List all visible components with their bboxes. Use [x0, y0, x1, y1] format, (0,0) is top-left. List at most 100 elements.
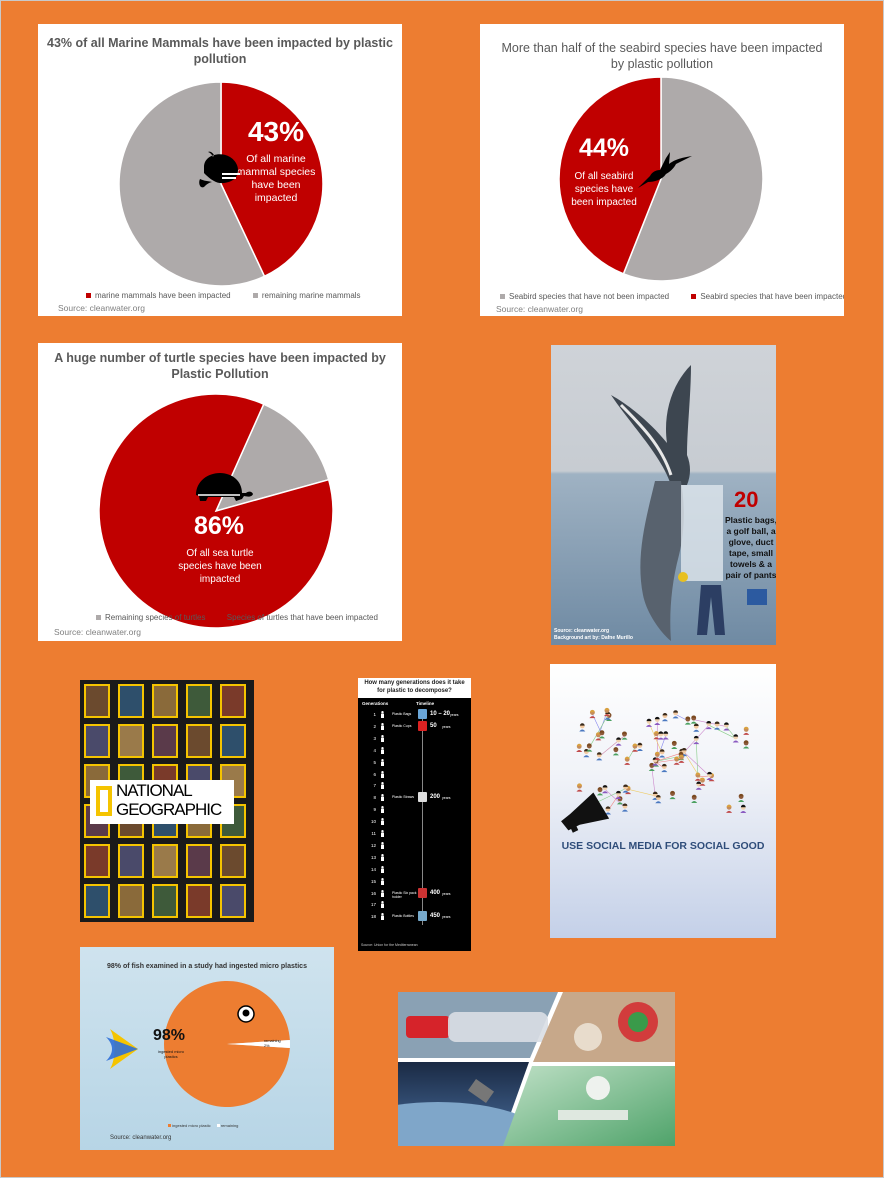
- person-icon: [380, 782, 385, 790]
- magazine-cover: [186, 724, 212, 758]
- chart-source: Source: cleanwater.org: [496, 304, 583, 314]
- person-icon: [380, 806, 385, 814]
- pie-sub-label: Of all seabird species have been impacte…: [571, 171, 637, 208]
- network-link: [708, 724, 736, 739]
- timeline-item-unit: years: [450, 713, 459, 717]
- pie-big-label: 43%: [247, 116, 305, 147]
- person-icon: [380, 758, 385, 766]
- timeline-item-years: 200: [430, 794, 441, 801]
- person-avatar-icon: [672, 710, 679, 719]
- legend-impacted: Seabird species that have been impacted: [700, 292, 844, 301]
- magazine-cover: [152, 844, 178, 878]
- generation-number: 10: [370, 819, 376, 825]
- generation-number: 12: [370, 842, 376, 848]
- person-avatar-icon: [621, 731, 628, 740]
- person-avatar-icon: [661, 763, 668, 773]
- person-avatar-icon: [740, 804, 747, 813]
- generation-number: 18: [370, 914, 376, 920]
- chart-legend: Seabird species that have not been impac…: [500, 292, 844, 301]
- person-icon: [380, 794, 385, 802]
- person-icon: [380, 889, 385, 897]
- timeline-item-unit: years: [442, 915, 451, 920]
- generation-number: 16: [370, 890, 376, 896]
- marine-mammals-chart-card: 43% of all Marine Mammals have been impa…: [38, 24, 402, 316]
- legend-remaining: Remaining species of turtles: [105, 613, 206, 622]
- plastic-products-collage: [398, 992, 675, 1146]
- chart-source: Source: cleanwater.org: [58, 303, 145, 313]
- person-avatar-icon: [726, 804, 733, 813]
- infographic-title-bar: How many generations does it take for pl…: [358, 678, 471, 698]
- product-photo-collage: [398, 992, 675, 1146]
- poster-credit-art: Background art by: Dafne Murillo: [554, 635, 633, 641]
- person-icon: [380, 853, 385, 861]
- timeline-item-label: Plastic Bottles: [392, 914, 414, 919]
- timeline-item-years: 50: [430, 722, 437, 729]
- timeline-item-unit: years: [442, 891, 451, 896]
- whale-plastic-poster: 20 Plastic bags, a golf ball, a glove, d…: [551, 345, 776, 645]
- legend-remaining: Seabird species that have not been impac…: [509, 292, 670, 301]
- slice-note: remaining 2%: [264, 1039, 281, 1048]
- generation-number: 2: [373, 723, 376, 729]
- generation-number: 4: [373, 747, 376, 753]
- person-icon: [380, 711, 385, 718]
- legend-ingested: ingested micro plastic: [172, 1123, 211, 1128]
- timeline-item-unit: years: [442, 796, 451, 801]
- legend-remaining: remaining marine mammals: [261, 291, 361, 300]
- turtle-chart-card: A huge number of turtle species have bee…: [38, 343, 402, 641]
- social-media-poster: USE SOCIAL MEDIA FOR SOCIAL GOOD: [550, 664, 776, 938]
- person-avatar-icon: [657, 731, 664, 740]
- generation-number: 7: [373, 783, 376, 789]
- person-avatar-icon: [671, 740, 678, 750]
- timeline-item-label: Plastic Bags: [392, 712, 412, 716]
- person-icon: [380, 830, 385, 837]
- person-avatar-icon: [684, 716, 691, 725]
- generation-number: 9: [373, 807, 376, 813]
- timeline-item-years: 450: [430, 913, 441, 920]
- magazine-cover: [186, 844, 212, 878]
- person-avatar-icon: [743, 726, 750, 735]
- magazine-cover: [84, 884, 110, 918]
- pie-sub-label: ingested micro plastics: [157, 1049, 184, 1059]
- person-avatar-icon: [645, 718, 652, 727]
- whale-icon: [196, 149, 248, 191]
- magazine-cover: [186, 684, 212, 718]
- generation-number: 17: [370, 902, 376, 908]
- chart-source: Source: cleanwater.org: [110, 1135, 172, 1141]
- person-avatar-icon: [631, 743, 638, 752]
- magazine-cover: [220, 884, 246, 918]
- person-avatar-icon: [589, 709, 596, 719]
- legend-impacted: marine mammals have been impacted: [95, 291, 231, 300]
- magazine-cover: [84, 844, 110, 878]
- generation-number: 8: [373, 795, 376, 801]
- generation-number: 5: [373, 759, 376, 765]
- person-avatar-icon: [579, 723, 586, 732]
- network-link: [695, 740, 699, 777]
- timeline-item-label: Plastic Straws: [392, 795, 414, 800]
- natgeo-banner: NATIONAL GEOGRAPHIC: [90, 780, 234, 824]
- chart-source: Source: cleanwater.org: [54, 627, 141, 637]
- legend-remaining: remaining: [220, 1123, 239, 1128]
- person-icon: [380, 770, 385, 778]
- person-avatar-icon: [690, 715, 697, 724]
- infographic-source: Source: Union for the Mediterranean: [361, 943, 418, 947]
- pie-sub-label: Of all sea turtle species have been impa…: [178, 548, 262, 585]
- person-avatar-icon: [693, 735, 700, 745]
- plastic-decompose-infographic: How many generations does it take for pl…: [358, 678, 471, 951]
- person-avatar-icon: [654, 716, 661, 726]
- fish-microplastic-chart-card: 98% of fish examined in a study had inge…: [80, 947, 334, 1150]
- person-icon: [380, 746, 385, 754]
- chart-legend: Remaining species of turtles Species of …: [96, 613, 398, 622]
- magazine-cover: [84, 684, 110, 718]
- plastic-item-icon: [418, 911, 427, 922]
- magazine-cover: [220, 684, 246, 718]
- fish-eye-icon: [237, 1005, 255, 1023]
- person-avatar-icon: [661, 713, 668, 722]
- person-avatar-icon: [662, 731, 669, 740]
- person-avatar-icon: [612, 747, 619, 756]
- national-geographic-collage: NATIONAL GEOGRAPHIC: [80, 680, 254, 922]
- timeline-item-unit: years: [442, 724, 451, 729]
- magazine-cover: [152, 724, 178, 758]
- seabird-chart-card: More than half of the seabird species ha…: [480, 24, 844, 316]
- magazine-cover: [152, 684, 178, 718]
- chart-legend: ingested micro plastic remaining: [168, 1123, 238, 1128]
